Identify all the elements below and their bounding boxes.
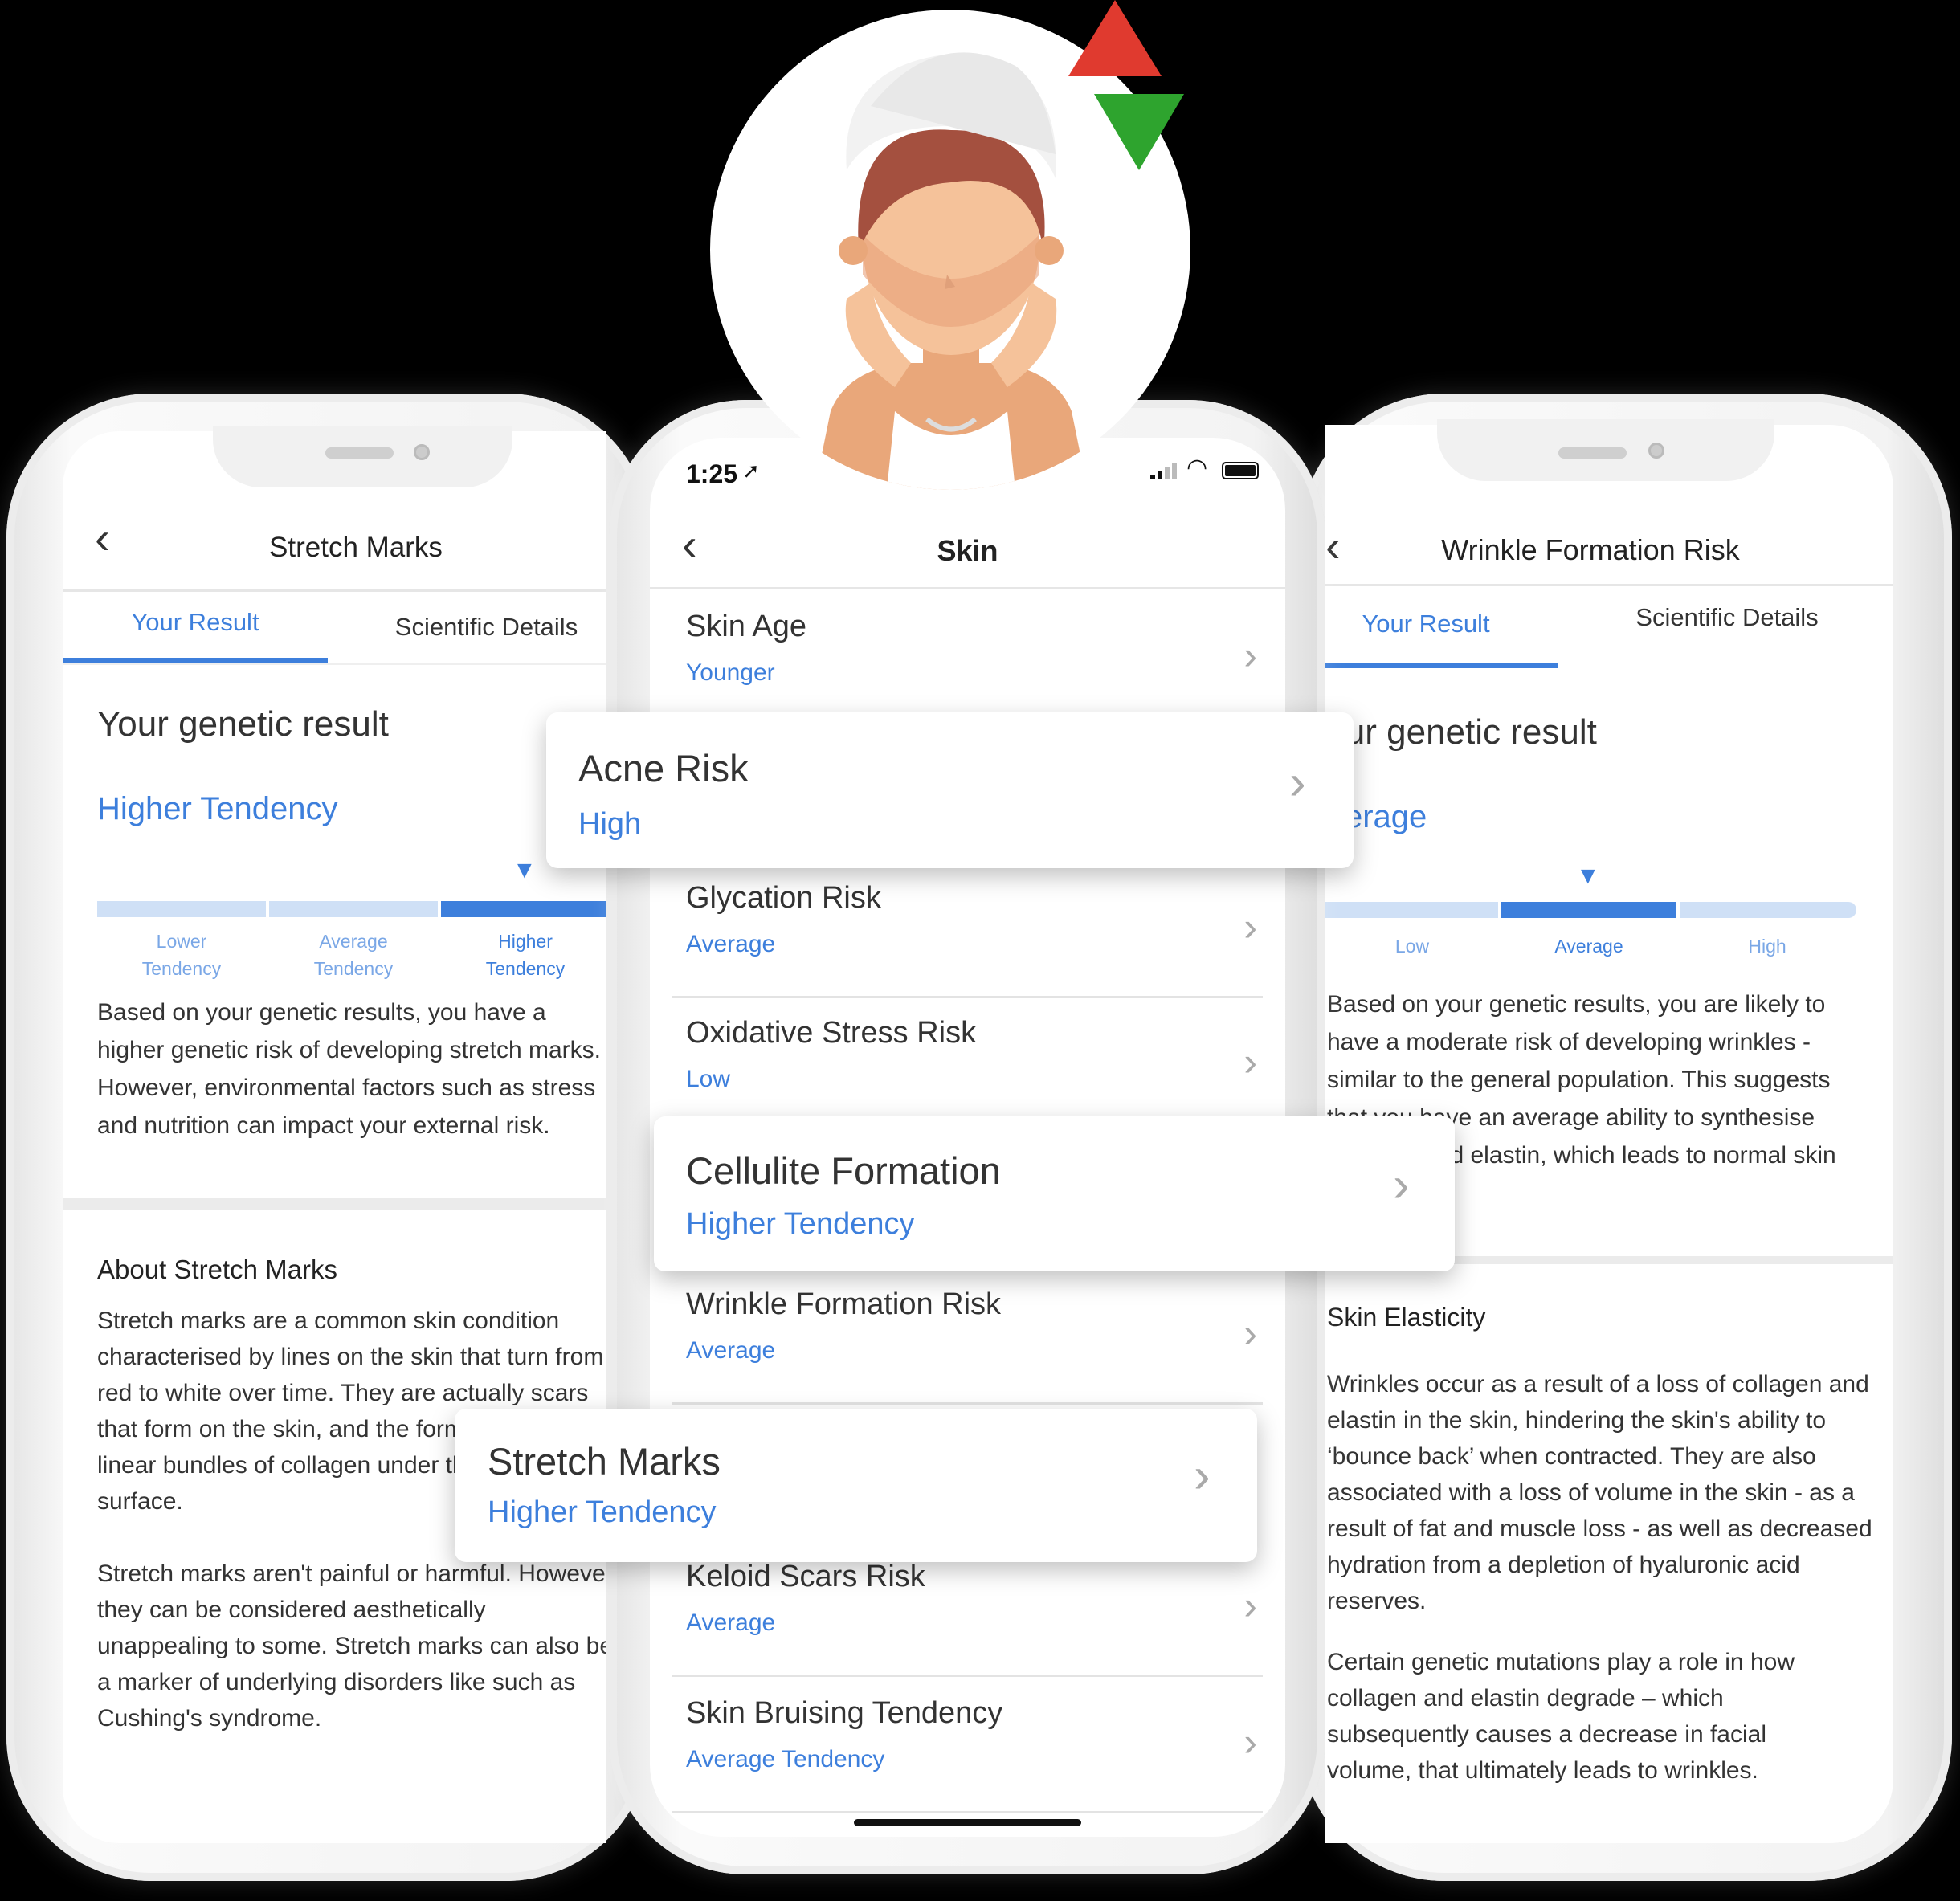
tabs-divider — [63, 663, 606, 665]
header-divider — [1325, 584, 1893, 586]
row-value: Average — [686, 1337, 776, 1364]
row-title: Skin Age — [686, 610, 806, 643]
tab-your-result[interactable]: Your Result — [1325, 610, 1542, 638]
indicator-icon: ▼ — [1576, 863, 1600, 889]
row-title: Oxidative Stress Risk — [686, 1016, 977, 1050]
speaker — [325, 447, 394, 459]
card-value: Higher Tendency — [686, 1207, 915, 1241]
chevron-right-icon: › — [1243, 1311, 1257, 1356]
chevron-right-icon: › — [1243, 1039, 1257, 1084]
chevron-right-icon: › — [1289, 755, 1306, 810]
chevron-right-icon: › — [1243, 1583, 1257, 1628]
list-item-skin-bruising-tendency[interactable]: Skin Bruising Tendency Average Tendency › — [650, 1679, 1285, 1813]
skin-care-illustration — [710, 10, 1190, 490]
scale-label-high: High — [1748, 936, 1786, 957]
scale-segment-average — [269, 901, 438, 917]
card-acne-risk[interactable]: Acne Risk High › — [546, 712, 1354, 868]
scale-label-average: Average Tendency — [269, 928, 438, 982]
row-value: Low — [686, 1066, 731, 1092]
row-divider — [672, 1402, 1263, 1405]
page-title: Skin — [937, 534, 998, 567]
card-stretch-marks[interactable]: Stretch Marks Higher Tendency › — [455, 1409, 1257, 1562]
label-line: Tendency — [141, 958, 222, 979]
tab-scientific-details[interactable]: Scientific Details — [328, 613, 606, 642]
list-item-skin-age[interactable]: Skin Age Younger › — [650, 592, 1285, 727]
header-divider — [63, 589, 606, 592]
label-line: Average — [319, 931, 388, 952]
label-line: Tendency — [313, 958, 394, 979]
card-value: High — [578, 807, 642, 841]
battery-icon — [1222, 462, 1259, 479]
card-value: Higher Tendency — [488, 1495, 717, 1529]
about-title: Skin Elasticity — [1327, 1303, 1486, 1332]
result-summary: Based on your genetic results, you have … — [97, 999, 601, 1139]
list-item-wrinkle-formation-risk[interactable]: Wrinkle Formation Risk Average › — [650, 1270, 1285, 1405]
scale-label-low: Low — [1394, 936, 1430, 957]
scale-segment-higher — [441, 901, 606, 917]
woman-with-towel-icon — [815, 52, 1088, 490]
list-item-oxidative-stress-risk[interactable]: Oxidative Stress Risk Low › — [650, 998, 1285, 1133]
location-icon: ➚ — [742, 459, 760, 483]
chevron-right-icon: › — [1393, 1157, 1410, 1213]
row-divider — [672, 1811, 1263, 1813]
scale-label-higher: Higher Tendency — [441, 928, 606, 982]
card-title: Acne Risk — [578, 747, 749, 789]
scale-label-lower: Lower Tendency — [97, 928, 266, 982]
active-tab-underline — [1325, 663, 1558, 668]
indicator-icon: ▼ — [512, 857, 537, 883]
row-title: Skin Bruising Tendency — [686, 1696, 1003, 1730]
row-value: Average Tendency — [686, 1746, 885, 1772]
wifi-icon: ◠ — [1186, 455, 1208, 481]
row-divider — [672, 1675, 1263, 1677]
chevron-right-icon: › — [1243, 904, 1257, 949]
card-title: Stretch Marks — [488, 1440, 721, 1483]
speaker — [1558, 447, 1627, 459]
scale-segment-high — [1680, 902, 1856, 918]
list-item-glycation-risk[interactable]: Glycation Risk Average › — [650, 863, 1285, 998]
status-time: 1:25 — [686, 459, 738, 488]
scale-segment-low — [1325, 902, 1498, 918]
row-value: Younger — [686, 659, 775, 686]
row-title: Wrinkle Formation Risk — [686, 1287, 1002, 1321]
card-title: Cellulite Formation — [686, 1149, 1001, 1192]
result-value: Higher Tendency — [97, 791, 338, 826]
scale-segment-average — [1501, 902, 1676, 918]
row-value: Average — [686, 1609, 776, 1636]
header-divider — [650, 587, 1285, 589]
signal-icon — [1150, 462, 1182, 479]
chevron-right-icon: › — [1194, 1448, 1211, 1503]
label-line: Tendency — [485, 958, 566, 979]
camera — [1648, 443, 1664, 459]
tab-your-result[interactable]: Your Result — [63, 608, 328, 637]
page-title: Wrinkle Formation Risk — [1441, 533, 1740, 566]
chevron-right-icon: › — [1243, 1719, 1257, 1764]
about-paragraph-1: Wrinkles occur as a result of a loss of … — [1327, 1371, 1872, 1614]
row-value: Average — [686, 931, 776, 957]
row-title: Keloid Scars Risk — [686, 1560, 925, 1593]
scale-label-average: Average — [1554, 936, 1623, 957]
label-line: Lower — [156, 931, 207, 952]
page-title: Stretch Marks — [269, 532, 443, 563]
home-indicator — [854, 1819, 1081, 1826]
trend-up-icon — [1068, 0, 1162, 76]
camera — [414, 444, 430, 460]
section-separator — [63, 1198, 606, 1210]
about-paragraph-2: Stretch marks aren't painful or harmful.… — [97, 1560, 606, 1732]
trend-down-icon — [1094, 94, 1184, 170]
scale-segment-lower — [97, 901, 266, 917]
left-screen: ‹ Stretch Marks Your Result Scientific D… — [63, 431, 606, 1843]
list-item-keloid-scars-risk[interactable]: Keloid Scars Risk Average › — [650, 1542, 1285, 1677]
label-line: Higher — [498, 931, 553, 952]
tab-scientific-details[interactable]: Scientific Details — [1582, 603, 1872, 632]
card-cellulite-formation[interactable]: Cellulite Formation Higher Tendency › — [654, 1116, 1455, 1271]
result-heading: Your genetic result — [97, 704, 389, 744]
about-title: About Stretch Marks — [97, 1254, 337, 1284]
result-heading: Your genetic result — [1325, 712, 1597, 752]
chevron-right-icon: › — [1243, 633, 1257, 678]
row-title: Glycation Risk — [686, 881, 881, 915]
about-paragraph-2: Certain genetic mutations play a role in… — [1327, 1649, 1795, 1784]
